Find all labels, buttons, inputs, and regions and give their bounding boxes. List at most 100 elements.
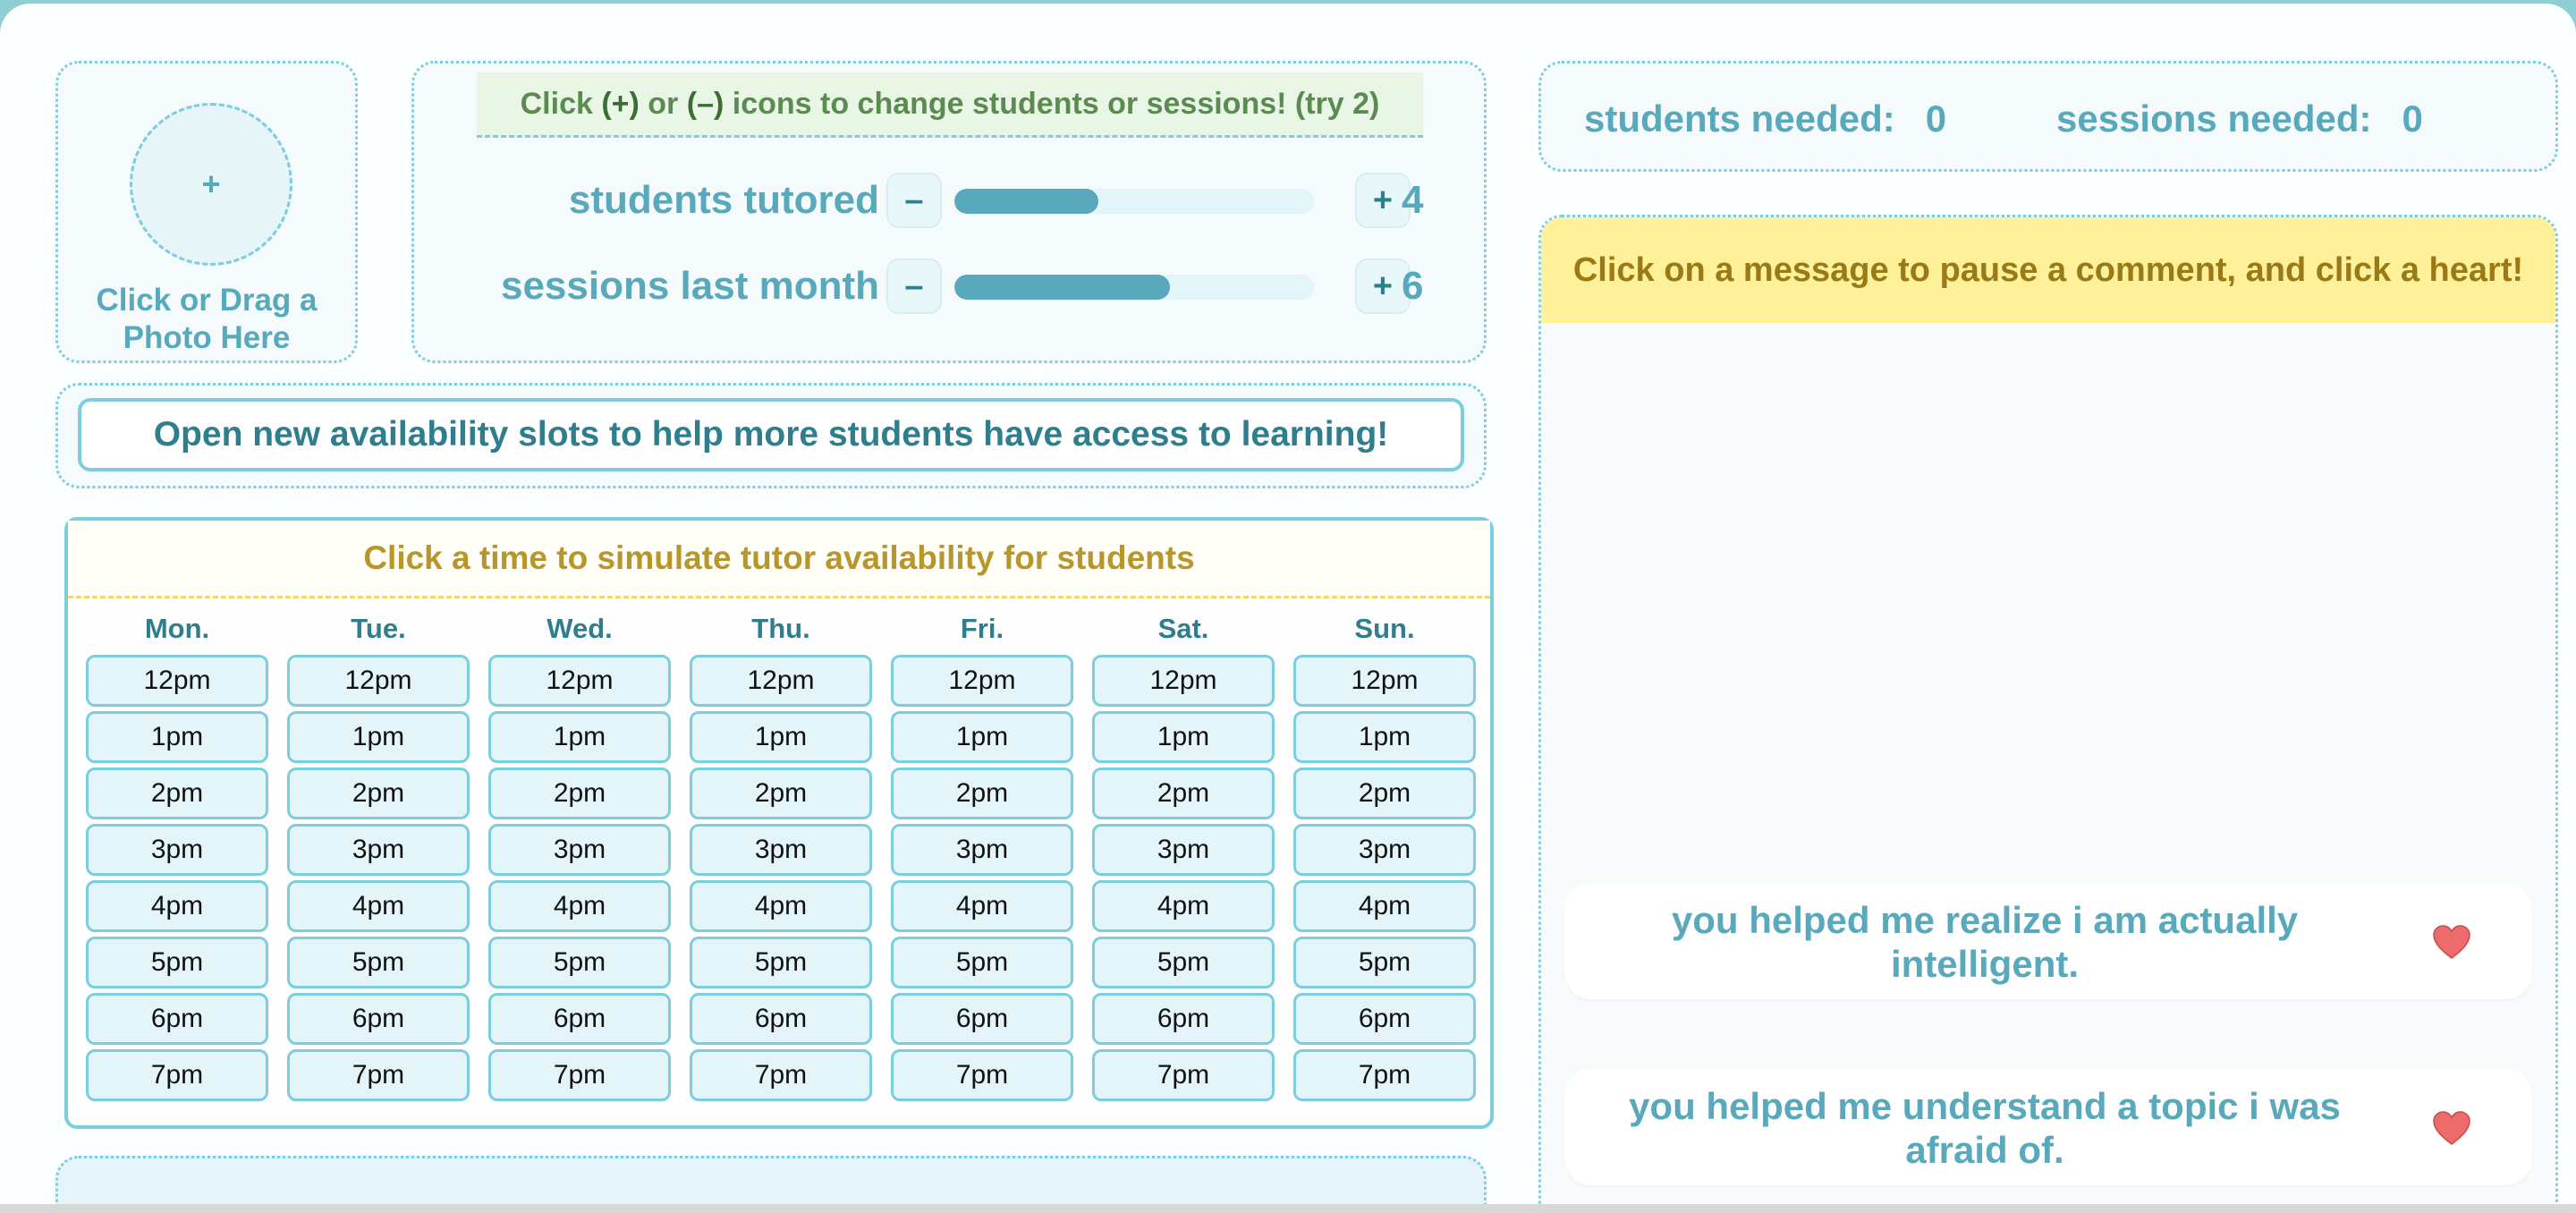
availability-banner[interactable]: Open new availability slots to help more… [78,398,1464,471]
students-tutored-value: 4 [1402,178,1424,222]
sessions-needed: sessions needed: 0 [2056,98,2423,140]
needed-panel: students needed: 0 sessions needed: 0 [1538,61,2558,172]
message-card[interactable]: you helped me understand a topic i was a… [1564,1069,2532,1185]
time-slot-button[interactable]: 3pm [891,824,1073,876]
time-slot-button[interactable]: 4pm [891,880,1073,932]
day-header: Wed. [547,613,613,644]
time-slot-button[interactable]: 5pm [690,937,872,988]
app-page: + Click or Drag a Photo Here Click (+) o… [0,4,2576,1213]
time-slot-button[interactable]: 5pm [1293,937,1476,988]
time-slot-button[interactable]: 5pm [891,937,1073,988]
time-slot-button[interactable]: 1pm [488,711,671,763]
time-slot-button[interactable]: 12pm [86,655,268,707]
time-slot-button[interactable]: 2pm [690,768,872,819]
stats-hint-minus: (–) [686,86,724,121]
day-column: Wed. 12pm 1pm 2pm 3pm 4pm 5pm 6pm 7pm [488,613,671,1101]
time-slot-button[interactable]: 3pm [1293,824,1476,876]
students-progress-track [954,189,1314,214]
time-slot-button[interactable]: 2pm [1293,768,1476,819]
time-slot-button[interactable]: 7pm [1293,1049,1476,1101]
time-slot-button[interactable]: 6pm [488,993,671,1045]
time-slot-button[interactable]: 3pm [287,824,470,876]
students-tutored-row: students tutored – + 4 [414,173,1489,230]
students-needed-value: 0 [1925,98,1947,140]
time-slot-button[interactable]: 5pm [86,937,268,988]
time-slot-button[interactable]: 3pm [1092,824,1275,876]
sessions-needed-label: sessions needed: [2056,98,2372,140]
time-slot-button[interactable]: 1pm [891,711,1073,763]
time-slot-button[interactable]: 12pm [287,655,470,707]
time-slot-button[interactable]: 4pm [287,880,470,932]
time-slot-button[interactable]: 1pm [287,711,470,763]
time-slot-button[interactable]: 5pm [287,937,470,988]
message-text[interactable]: you helped me realize i am actually inte… [1591,897,2378,987]
time-slot-button[interactable]: 1pm [86,711,268,763]
time-slot-button[interactable]: 7pm [86,1049,268,1101]
availability-banner-box: Open new availability slots to help more… [55,383,1487,488]
students-tutored-label: students tutored [568,178,879,222]
time-slot-button[interactable]: 6pm [86,993,268,1045]
students-decrement-button[interactable]: – [886,173,942,228]
day-header: Mon. [144,613,210,644]
time-slot-button[interactable]: 6pm [1293,993,1476,1045]
day-column: Tue. 12pm 1pm 2pm 3pm 4pm 5pm 6pm 7pm [287,613,470,1101]
stats-hint-or: or [639,86,687,121]
time-slot-button[interactable]: 12pm [1293,655,1476,707]
time-slot-button[interactable]: 7pm [891,1049,1073,1101]
time-slot-button[interactable]: 12pm [1092,655,1275,707]
time-slot-button[interactable]: 7pm [287,1049,470,1101]
photo-drop-circle[interactable]: + [130,103,292,266]
day-header: Sat. [1157,613,1209,644]
time-slot-button[interactable]: 1pm [1293,711,1476,763]
time-slot-button[interactable]: 5pm [1092,937,1275,988]
time-slot-button[interactable]: 2pm [1092,768,1275,819]
stats-hint: Click (+) or (–) icons to change student… [477,72,1423,138]
time-slot-button[interactable]: 6pm [287,993,470,1045]
time-slot-button[interactable]: 3pm [690,824,872,876]
time-slot-button[interactable]: 12pm [891,655,1073,707]
availability-calendar: Click a time to simulate tutor availabil… [64,517,1494,1129]
time-slot-button[interactable]: 2pm [891,768,1073,819]
time-slot-button[interactable]: 4pm [1092,880,1275,932]
stats-panel: Click (+) or (–) icons to change student… [411,61,1487,363]
time-slot-button[interactable]: 4pm [488,880,671,932]
day-column: Sat. 12pm 1pm 2pm 3pm 4pm 5pm 6pm 7pm [1092,613,1275,1101]
time-slot-button[interactable]: 4pm [690,880,872,932]
time-slot-button[interactable]: 3pm [488,824,671,876]
time-slot-button[interactable]: 2pm [86,768,268,819]
message-card[interactable]: you helped me realize i am actually inte… [1564,883,2532,999]
photo-upload-box[interactable]: + Click or Drag a Photo Here [55,61,358,363]
day-header: Tue. [351,613,406,644]
photo-upload-label: Click or Drag a Photo Here [96,283,318,355]
heart-icon[interactable] [2425,915,2479,969]
time-slot-button[interactable]: 7pm [690,1049,872,1101]
day-column: Mon. 12pm 1pm 2pm 3pm 4pm 5pm 6pm 7pm [86,613,268,1101]
time-slot-button[interactable]: 6pm [891,993,1073,1045]
calendar-title: Click a time to simulate tutor availabil… [68,521,1490,598]
time-slot-button[interactable]: 1pm [1092,711,1275,763]
time-slot-button[interactable]: 12pm [488,655,671,707]
students-progress-fill [954,189,1098,214]
messages-panel: Click on a message to pause a comment, a… [1538,215,2558,1213]
students-needed-label: students needed: [1584,98,1895,140]
time-slot-button[interactable]: 6pm [1092,993,1275,1045]
sessions-last-month-label: sessions last month [500,264,879,308]
time-slot-button[interactable]: 2pm [488,768,671,819]
time-slot-button[interactable]: 7pm [1092,1049,1275,1101]
time-slot-button[interactable]: 1pm [690,711,872,763]
time-slot-button[interactable]: 12pm [690,655,872,707]
day-column: Fri. 12pm 1pm 2pm 3pm 4pm 5pm 6pm 7pm [891,614,1073,1101]
sessions-last-month-value: 6 [1402,264,1424,308]
time-slot-button[interactable]: 5pm [488,937,671,988]
message-text[interactable]: you helped me understand a topic i was a… [1591,1083,2378,1173]
messages-hint: Click on a message to pause a comment, a… [1541,217,2555,323]
heart-icon[interactable] [2425,1101,2479,1155]
time-slot-button[interactable]: 4pm [1293,880,1476,932]
sessions-decrement-button[interactable]: – [886,259,942,314]
time-slot-button[interactable]: 3pm [86,824,268,876]
time-slot-button[interactable]: 6pm [690,993,872,1045]
time-slot-button[interactable]: 7pm [488,1049,671,1101]
time-slot-button[interactable]: 2pm [287,768,470,819]
sessions-needed-value: 0 [2402,98,2423,140]
time-slot-button[interactable]: 4pm [86,880,268,932]
